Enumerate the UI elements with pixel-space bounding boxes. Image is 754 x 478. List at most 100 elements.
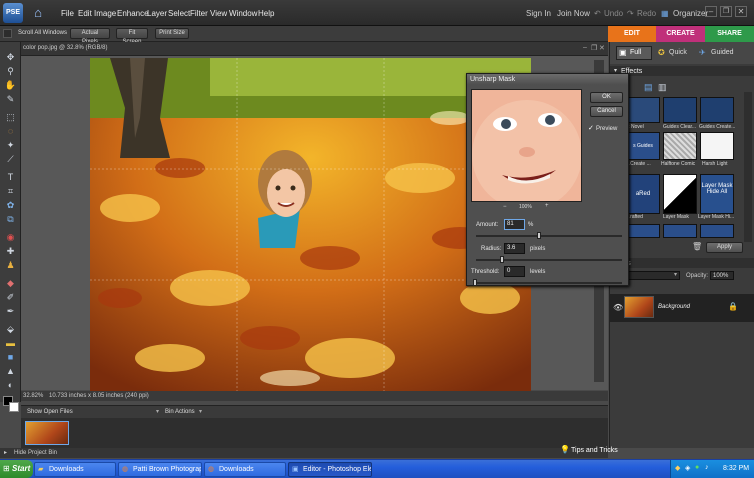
effect-thumb-7[interactable]: aRed: [626, 174, 660, 214]
photo-effects-icon[interactable]: ▤: [644, 82, 653, 93]
type-tool-icon[interactable]: T: [4, 172, 17, 183]
effects-scrollbar[interactable]: [744, 92, 752, 242]
threshold-input[interactable]: 0: [504, 266, 525, 277]
menu-select[interactable]: Select: [168, 9, 190, 18]
lock-icon[interactable]: 🔒: [728, 302, 738, 311]
tray-icon-1[interactable]: ◆: [675, 464, 680, 472]
scroll-all-checkbox[interactable]: [3, 29, 12, 38]
effect-thumb-11[interactable]: [663, 224, 697, 238]
show-open-files-select[interactable]: Show Open Files: [27, 409, 73, 415]
effect-thumb-3[interactable]: [700, 97, 734, 123]
magic-wand-tool-icon[interactable]: ✦: [4, 140, 17, 151]
clock[interactable]: 8:32 PM: [723, 465, 749, 472]
lasso-tool-icon[interactable]: ◌: [4, 126, 17, 137]
effect-thumb-4[interactable]: s Guides: [626, 132, 660, 160]
bin-actions-menu[interactable]: Bin Actions: [165, 409, 195, 415]
smart-brush-tool-icon[interactable]: ✒: [4, 306, 17, 317]
gradient-tool-icon[interactable]: ▬: [4, 338, 17, 349]
dialog-title[interactable]: Unsharp Mask: [467, 74, 628, 85]
effect-thumb-5[interactable]: [663, 132, 697, 160]
home-icon[interactable]: ⌂: [30, 5, 46, 21]
actual-pixels-button[interactable]: Actual Pixels: [70, 28, 110, 45]
fit-screen-button[interactable]: Fit Screen: [116, 28, 148, 45]
marquee-tool-icon[interactable]: ⬚: [4, 112, 17, 123]
layer-visibility-icon[interactable]: 👁: [613, 303, 623, 312]
blur-tool-icon[interactable]: ▲: [4, 366, 17, 377]
effect-thumb-2[interactable]: [663, 97, 697, 123]
menu-window[interactable]: Window: [229, 9, 257, 18]
clone-stamp-tool-icon[interactable]: ♟: [4, 260, 17, 271]
zoom-tool-icon[interactable]: ⚲: [4, 66, 17, 77]
guided-mode-icon[interactable]: ✈: [699, 48, 706, 57]
effect-thumb-12[interactable]: [700, 224, 734, 238]
radius-input[interactable]: 3.6: [504, 243, 525, 254]
menu-file[interactable]: File: [61, 9, 74, 18]
bin-thumbnail[interactable]: [25, 421, 69, 445]
tab-share[interactable]: SHARE: [705, 26, 754, 42]
opacity-input[interactable]: 100%: [710, 271, 734, 280]
cookie-cutter-tool-icon[interactable]: ✿: [4, 200, 17, 211]
amount-input[interactable]: 81: [504, 219, 525, 230]
menu-filter[interactable]: Filter: [190, 9, 208, 18]
effect-thumb-9[interactable]: Layer Mask Hide All: [700, 174, 734, 214]
tray-icon-3[interactable]: ●: [695, 464, 699, 471]
background-color-swatch[interactable]: [9, 402, 19, 412]
taskbar-item-downloads-1[interactable]: Downloads: [34, 462, 116, 477]
close-icon[interactable]: ✕: [735, 6, 747, 17]
photo-canvas[interactable]: [90, 58, 531, 391]
hide-project-bin-link[interactable]: Hide Project Bin: [14, 450, 57, 456]
menu-enhance[interactable]: Enhance: [117, 9, 149, 18]
sponge-tool-icon[interactable]: ◐: [4, 380, 17, 391]
tray-icon-2[interactable]: ◈: [685, 464, 690, 472]
ok-button[interactable]: OK: [590, 92, 623, 103]
document-tab[interactable]: color pop.jpg @ 32.8% (RGB/8): [23, 45, 107, 51]
effect-thumb-1[interactable]: [626, 97, 660, 123]
undo-icon[interactable]: ↶: [594, 9, 601, 18]
blend-mode-chevron-icon[interactable]: ▾: [674, 271, 677, 278]
radius-slider-knob[interactable]: [500, 256, 504, 263]
crop-tool-icon[interactable]: ⌗: [4, 186, 17, 197]
threshold-slider[interactable]: [476, 282, 622, 284]
menu-edit[interactable]: Edit: [78, 9, 92, 18]
move-tool-icon[interactable]: ✥: [4, 52, 17, 63]
eraser-tool-icon[interactable]: ◆: [4, 278, 17, 289]
radius-slider[interactable]: [476, 259, 622, 261]
taskbar-item-browser[interactable]: Patti Brown Photography...: [118, 462, 202, 477]
tray-icon-4[interactable]: ♪: [705, 464, 709, 471]
guided-mode-label[interactable]: Guided: [711, 49, 734, 56]
tab-create[interactable]: CREATE: [656, 26, 705, 42]
restore-icon[interactable]: ❐: [720, 6, 732, 17]
preview-checkbox[interactable]: ✓: [588, 124, 594, 132]
paint-bucket-tool-icon[interactable]: ⬙: [4, 324, 17, 335]
tips-and-tricks-link[interactable]: Tips and Tricks: [571, 447, 618, 454]
sign-in-link[interactable]: Sign In: [526, 9, 551, 18]
doc-minimize-icon[interactable]: –: [583, 44, 587, 51]
trash-icon[interactable]: 🗑: [692, 242, 702, 251]
undo-button[interactable]: Undo: [604, 9, 623, 18]
redo-button[interactable]: Redo: [637, 9, 656, 18]
menu-layer[interactable]: Layer: [147, 9, 167, 18]
tab-edit[interactable]: EDIT: [608, 26, 656, 42]
print-size-button[interactable]: Print Size: [155, 28, 189, 39]
layer-name[interactable]: Background: [658, 304, 690, 310]
collapse-arrow-icon[interactable]: ▸: [4, 449, 7, 456]
zoom-in-icon[interactable]: +: [545, 203, 549, 209]
preview-pane[interactable]: [471, 89, 582, 202]
cancel-button[interactable]: Cancel: [590, 106, 623, 117]
minimize-icon[interactable]: –: [705, 6, 717, 17]
quick-mode-icon[interactable]: ✪: [658, 48, 665, 57]
brush-tool-icon[interactable]: ✐: [4, 292, 17, 303]
join-now-link[interactable]: Join Now: [557, 9, 590, 18]
amount-slider[interactable]: [476, 235, 622, 237]
amount-slider-knob[interactable]: [537, 232, 541, 239]
blend-mode-select[interactable]: [620, 271, 680, 280]
filters-icon[interactable]: ▥: [658, 82, 667, 93]
document-size-info[interactable]: 10.733 inches x 8.05 inches (240 ppi): [49, 393, 149, 399]
eyedropper-tool-icon[interactable]: ✎: [4, 94, 17, 105]
redo-icon[interactable]: ↷: [627, 9, 634, 18]
apply-button[interactable]: Apply: [706, 242, 743, 253]
dropdown-chevron-icon[interactable]: ▾: [156, 408, 159, 415]
effect-thumb-6[interactable]: [700, 132, 734, 160]
effect-thumb-10[interactable]: [626, 224, 660, 238]
doc-close-icon[interactable]: ✕: [599, 44, 605, 52]
